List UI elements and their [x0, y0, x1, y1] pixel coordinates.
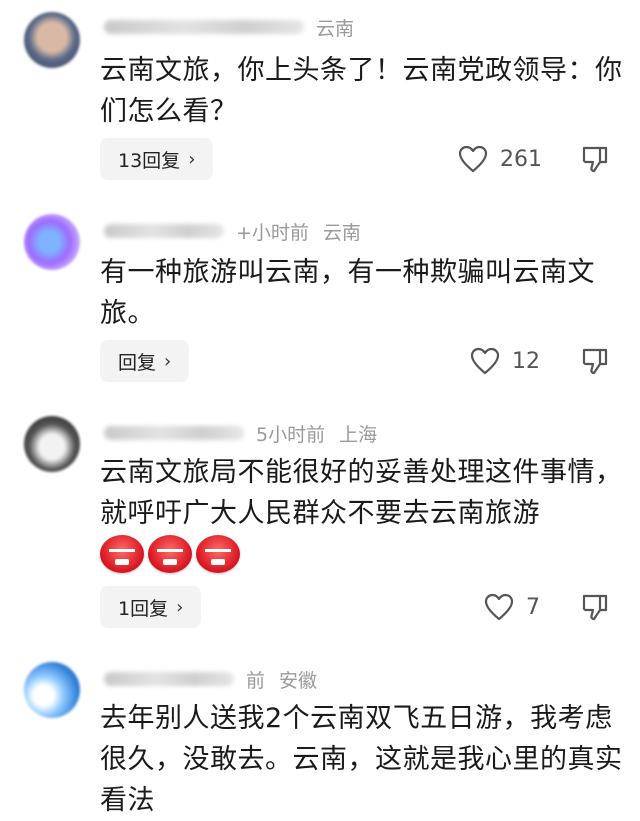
chevron-right-icon: ›	[188, 148, 196, 170]
chevron-right-icon: ›	[176, 596, 184, 618]
comment-location: 云南	[316, 17, 355, 40]
reply-button-label: 13回复	[118, 149, 181, 172]
comment-time: +小时前	[236, 221, 309, 244]
reply-button[interactable]: 1回复 ›	[100, 586, 202, 628]
comment-meta: 云南	[104, 14, 354, 40]
emoji-row	[100, 535, 240, 573]
angry-face-icon	[100, 535, 144, 573]
thumbs-down-icon[interactable]	[580, 346, 610, 376]
angry-face-icon	[148, 535, 192, 573]
username-blurred	[104, 20, 304, 34]
comment-location: 上海	[339, 423, 378, 446]
angry-face-icon	[196, 535, 240, 573]
like-count: 261	[500, 146, 542, 172]
comment-meta: 前 安徽	[104, 666, 317, 692]
comment-time: 5小时前	[256, 423, 326, 446]
avatar[interactable]	[24, 662, 80, 718]
reply-button-label: 1回复	[118, 597, 169, 620]
like-button[interactable]: 7	[484, 593, 540, 621]
thumbs-down-icon[interactable]	[580, 144, 610, 174]
comment-text: 云南文旅局不能很好的妥善处理这件事情，就呼吁广大人民群众不要去云南旅游	[100, 457, 623, 529]
username-blurred	[104, 224, 224, 238]
like-count: 7	[526, 594, 540, 620]
heart-outline-icon	[484, 593, 514, 621]
comment-text: 去年别人送我2个云南双飞五日游，我考虑很久，没敢去。云南，这就是我心里的真实看法	[100, 703, 623, 816]
thumbs-down-icon[interactable]	[580, 592, 610, 622]
heart-outline-icon	[458, 145, 488, 173]
comment-text: 有一种旅游叫云南，有一种欺骗叫云南文旅。	[100, 257, 595, 329]
avatar[interactable]	[24, 214, 80, 270]
like-button[interactable]: 12	[470, 347, 540, 375]
comment-meta: 5小时前 上海	[104, 420, 377, 446]
avatar[interactable]	[24, 416, 80, 472]
username-blurred	[104, 426, 244, 440]
comment-meta: +小时前 云南	[104, 218, 361, 244]
username-blurred	[104, 672, 234, 686]
comment-time: 前	[246, 669, 266, 692]
comment-text: 云南文旅，你上头条了！云南党政领导：你们怎么看？	[100, 55, 623, 127]
reply-button-label: 回复	[118, 351, 157, 374]
reply-button[interactable]: 回复 ›	[100, 340, 190, 382]
avatar[interactable]	[24, 12, 80, 68]
comment-location: 安徽	[279, 669, 318, 692]
chevron-right-icon: ›	[164, 350, 172, 372]
like-button[interactable]: 261	[458, 145, 542, 173]
reply-button[interactable]: 13回复 ›	[100, 138, 214, 180]
comment-location: 云南	[322, 221, 361, 244]
like-count: 12	[512, 348, 540, 374]
heart-outline-icon	[470, 347, 500, 375]
